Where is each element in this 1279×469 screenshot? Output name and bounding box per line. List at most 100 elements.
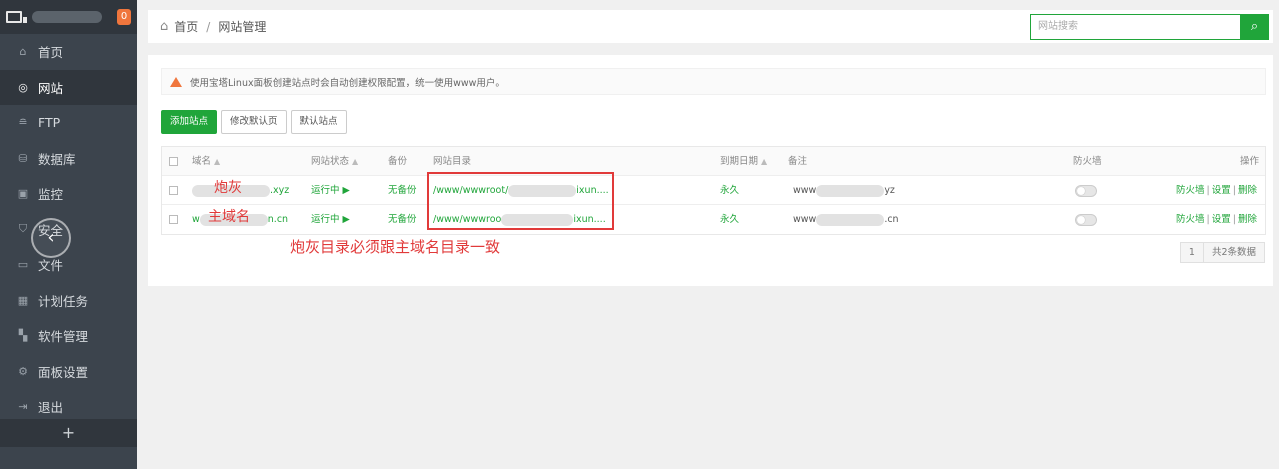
sidebar-item-settings[interactable]: ⚙ 面板设置: [0, 354, 137, 390]
header-expire[interactable]: 到期日期 ▲: [720, 147, 767, 176]
home-icon[interactable]: ⌂: [160, 19, 168, 34]
sidebar-item-label: 退出: [38, 400, 64, 416]
firewall-link[interactable]: 防火墙: [1176, 185, 1205, 196]
breadcrumb-separator: /: [206, 19, 211, 34]
table-row: .xyz 炮灰 运行中 ▶ 无备份 /www/wwwroot/ixun.... …: [162, 176, 1265, 205]
row-actions: 防火墙 | 设置 | 删除: [1176, 176, 1257, 205]
annotation-note: 炮灰目录必须跟主域名目录一致: [290, 238, 501, 256]
toolbar: 添加站点 修改默认页 默认站点: [161, 110, 351, 134]
sidebar-item-label: FTP: [38, 115, 61, 131]
page-number[interactable]: 1: [1179, 242, 1204, 263]
breadcrumb-current: 网站管理: [218, 20, 267, 34]
sidebar-add-button[interactable]: +: [0, 419, 137, 447]
action-separator: |: [1232, 214, 1236, 225]
header-remark: 备注: [788, 156, 808, 167]
shield-icon: ⛉: [18, 222, 28, 236]
sort-icon: ▲: [761, 157, 768, 166]
expire-date[interactable]: 永久: [720, 205, 739, 234]
sidebar-item-ftp[interactable]: ≘ FTP: [0, 105, 137, 141]
redacted-text: [816, 213, 885, 226]
remark[interactable]: www yz: [793, 176, 895, 205]
table-header: 域名 ▲ 网站状态 ▲ 备份 网站目录 到期日期 ▲ 备注 防火墙 操作: [162, 147, 1265, 176]
header-status[interactable]: 网站状态 ▲: [311, 147, 358, 176]
header-ops: 操作: [1240, 156, 1260, 167]
calendar-icon: ▦: [17, 293, 29, 307]
sidebar-item-label: 网站: [38, 80, 64, 96]
action-separator: |: [1206, 214, 1210, 225]
database-icon: ⛁: [18, 151, 28, 165]
backup-status[interactable]: 无备份: [388, 176, 417, 205]
sidebar-item-label: 数据库: [38, 151, 76, 167]
sidebar-item-website[interactable]: ◎ 网站: [0, 69, 137, 105]
header-domain[interactable]: 域名 ▲: [192, 147, 220, 176]
add-site-button[interactable]: 添加站点: [161, 110, 218, 134]
apps-icon: ▚: [18, 329, 28, 343]
row-checkbox[interactable]: [169, 186, 178, 195]
delete-link[interactable]: 删除: [1238, 185, 1257, 196]
remark[interactable]: www .cn: [793, 205, 899, 234]
settings-link[interactable]: 设置: [1212, 185, 1231, 196]
default-site-button[interactable]: 默认站点: [290, 110, 347, 134]
delete-link[interactable]: 删除: [1238, 214, 1257, 225]
home-icon: ⌂: [19, 45, 27, 59]
globe-icon: ◎: [18, 80, 28, 94]
sidebar-item-monitor[interactable]: ▣ 监控: [0, 176, 137, 212]
row-actions: 防火墙 | 设置 | 删除: [1176, 205, 1257, 234]
folder-icon: ▭: [17, 258, 29, 272]
firewall-toggle[interactable]: [1075, 185, 1097, 197]
action-separator: |: [1206, 185, 1210, 196]
breadcrumb-bar: ⌂ 首页 / 网站管理 网站搜索 ⌕: [148, 10, 1273, 43]
domain-suffix: .xyz: [270, 185, 290, 196]
sidebar-item-label: 面板设置: [38, 364, 89, 380]
header-label: 网站状态: [311, 156, 350, 167]
breadcrumb-home[interactable]: 首页: [174, 18, 198, 35]
pagination: 1 共2条数据: [1179, 242, 1265, 263]
sidebar-item-label: 首页: [38, 45, 64, 61]
row-checkbox[interactable]: [169, 215, 178, 224]
edit-default-page-button[interactable]: 修改默认页: [221, 110, 287, 134]
info-alert: 使用宝塔Linux面板创建站点时会自动创建权限配置，统一使用www用户。: [161, 68, 1266, 95]
warning-icon: [170, 76, 182, 87]
domain-prefix: w: [192, 214, 200, 225]
header-firewall: 防火墙: [1073, 156, 1102, 167]
search-icon: ⌕: [1250, 19, 1259, 34]
domain-suffix: n.cn: [267, 214, 289, 225]
sidebar-item-label: 软件管理: [38, 329, 89, 345]
chevron-left-icon[interactable]: ‹: [31, 218, 71, 258]
alert-text: 使用宝塔Linux面板创建站点时会自动创建权限配置，统一使用www用户。: [190, 77, 505, 89]
domain-annotation: 炮灰: [214, 180, 242, 196]
sidebar-item-cron[interactable]: ▦ 计划任务: [0, 283, 137, 319]
table-row: w n.cn 主域名 运行中 ▶ 无备份 /www/wwwroo ixun.... …: [162, 205, 1265, 234]
remark-suffix: .cn: [884, 214, 899, 225]
sidebar-item-software[interactable]: ▚ 软件管理: [0, 318, 137, 354]
search-input[interactable]: 网站搜索: [1030, 14, 1240, 40]
header-label: 域名: [192, 156, 212, 167]
sort-icon: ▲: [352, 157, 359, 166]
search-button[interactable]: ⌕: [1240, 14, 1269, 40]
sidebar-item-files[interactable]: ▭ 文件: [0, 247, 137, 283]
site-status[interactable]: 运行中 ▶: [311, 176, 350, 205]
ftp-icon: ≘: [18, 116, 28, 130]
header-backup: 备份: [388, 156, 408, 167]
notification-badge[interactable]: 0: [117, 9, 131, 25]
hostname-redacted: [32, 11, 102, 23]
backup-status[interactable]: 无备份: [388, 205, 417, 234]
sort-icon: ▲: [214, 157, 221, 166]
firewall-link[interactable]: 防火墙: [1176, 214, 1205, 225]
server-logo-icon: [6, 11, 27, 23]
remark-prefix: www: [793, 185, 817, 196]
total-count: 共2条数据: [1203, 242, 1265, 263]
site-status[interactable]: 运行中 ▶: [311, 205, 350, 234]
select-all-checkbox[interactable]: [169, 157, 178, 166]
sidebar-item-label: 文件: [38, 258, 64, 274]
settings-link[interactable]: 设置: [1212, 214, 1231, 225]
firewall-toggle[interactable]: [1075, 214, 1097, 226]
action-separator: |: [1232, 185, 1236, 196]
sidebar-item-home[interactable]: ⌂ 首页: [0, 34, 137, 70]
monitor-icon: ▣: [17, 187, 29, 201]
sidebar-item-database[interactable]: ⛁ 数据库: [0, 141, 137, 177]
remark-suffix: yz: [884, 185, 895, 196]
header-label: 到期日期: [720, 156, 759, 167]
expire-date[interactable]: 永久: [720, 176, 739, 205]
gear-icon: ⚙: [18, 364, 28, 378]
